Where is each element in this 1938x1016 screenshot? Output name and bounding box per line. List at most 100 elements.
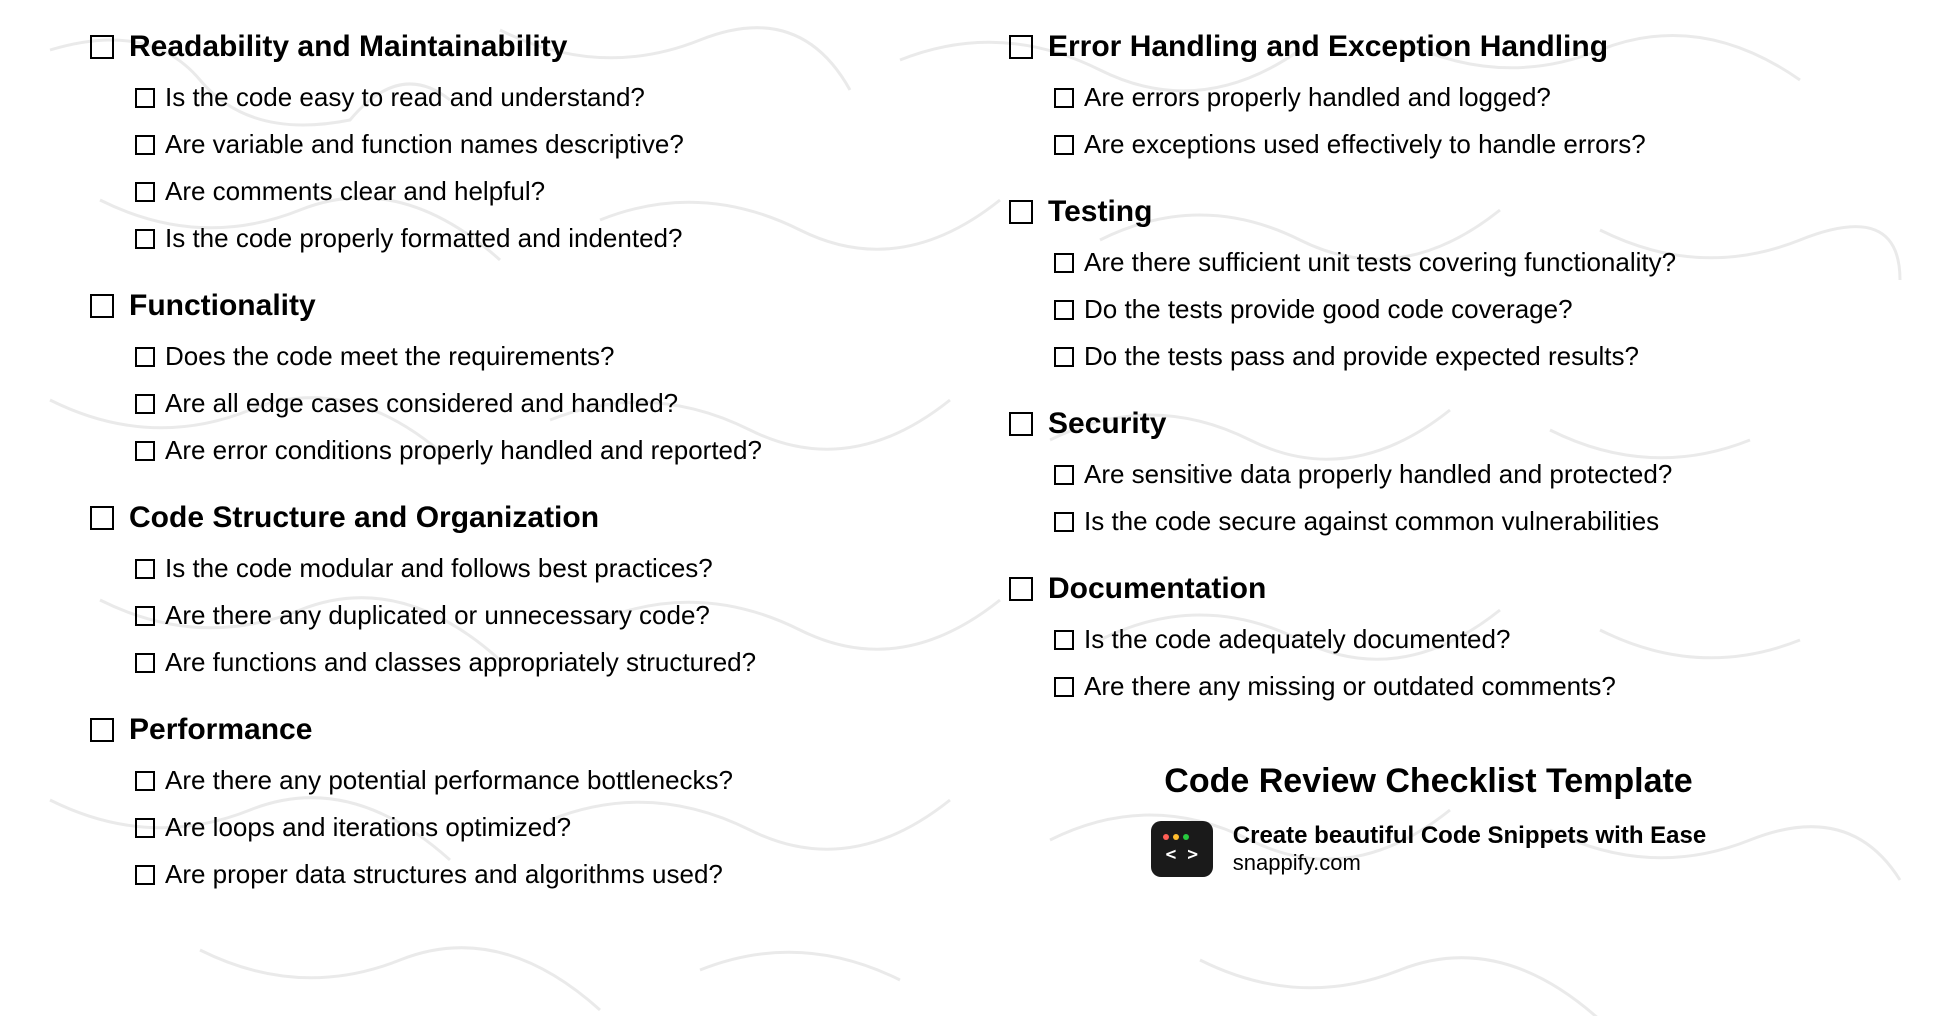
- checklist-section: Code Structure and Organization Is the co…: [90, 501, 929, 678]
- item-text: Are there any duplicated or unnecessary …: [165, 600, 710, 631]
- item-checkbox[interactable]: [1054, 630, 1074, 650]
- section-header: Functionality: [90, 289, 929, 323]
- item-checkbox[interactable]: [135, 818, 155, 838]
- section-header: Error Handling and Exception Handling: [1009, 30, 1848, 64]
- checklist-item: Are proper data structures and algorithm…: [135, 859, 929, 890]
- item-checkbox[interactable]: [1054, 512, 1074, 532]
- item-text: Are there any missing or outdated commen…: [1084, 671, 1616, 702]
- section-title: Error Handling and Exception Handling: [1048, 30, 1608, 64]
- item-checkbox[interactable]: [135, 606, 155, 626]
- item-text: Are there any potential performance bott…: [165, 765, 733, 796]
- left-column: Readability and Maintainability Is the co…: [90, 30, 929, 925]
- checklist-item: Do the tests provide good code coverage?: [1054, 294, 1848, 325]
- logo-dot: [1183, 834, 1189, 840]
- item-checkbox[interactable]: [135, 559, 155, 579]
- section-header: Performance: [90, 713, 929, 747]
- section-title: Documentation: [1048, 572, 1266, 606]
- item-checkbox[interactable]: [1054, 253, 1074, 273]
- section-checkbox[interactable]: [90, 718, 114, 742]
- footer-title: Code Review Checklist Template: [1009, 762, 1848, 801]
- checklist-item: Are functions and classes appropriately …: [135, 647, 929, 678]
- item-checkbox[interactable]: [135, 394, 155, 414]
- item-checkbox[interactable]: [135, 865, 155, 885]
- checklist-item: Are comments clear and helpful?: [135, 176, 929, 207]
- checklist-item: Are loops and iterations optimized?: [135, 812, 929, 843]
- item-checkbox[interactable]: [1054, 88, 1074, 108]
- checklist-section: Readability and Maintainability Is the co…: [90, 30, 929, 254]
- item-checkbox[interactable]: [1054, 347, 1074, 367]
- section-checkbox[interactable]: [1009, 200, 1033, 224]
- item-text: Are sensitive data properly handled and …: [1084, 459, 1672, 490]
- checklist-item: Is the code easy to read and understand?: [135, 82, 929, 113]
- item-checkbox[interactable]: [135, 347, 155, 367]
- item-checkbox[interactable]: [135, 441, 155, 461]
- item-text: Are loops and iterations optimized?: [165, 812, 571, 843]
- section-title: Readability and Maintainability: [129, 30, 567, 64]
- item-text: Is the code adequately documented?: [1084, 624, 1510, 655]
- section-checkbox[interactable]: [90, 506, 114, 530]
- item-checkbox[interactable]: [135, 182, 155, 202]
- item-checkbox[interactable]: [135, 135, 155, 155]
- item-text: Are functions and classes appropriately …: [165, 647, 756, 678]
- logo-dot: [1173, 834, 1179, 840]
- item-text: Are proper data structures and algorithm…: [165, 859, 723, 890]
- checklist-item: Is the code adequately documented?: [1054, 624, 1848, 655]
- item-checkbox[interactable]: [1054, 300, 1074, 320]
- section-header: Code Structure and Organization: [90, 501, 929, 535]
- item-checkbox[interactable]: [135, 88, 155, 108]
- section-checkbox[interactable]: [90, 294, 114, 318]
- section-checkbox[interactable]: [1009, 35, 1033, 59]
- checklist-item: Is the code secure against common vulner…: [1054, 506, 1848, 537]
- item-checkbox[interactable]: [1054, 677, 1074, 697]
- section-header: Testing: [1009, 195, 1848, 229]
- item-text: Do the tests provide good code coverage?: [1084, 294, 1573, 325]
- checklist-section: Functionality Does the code meet the requ…: [90, 289, 929, 466]
- checklist-item: Are sensitive data properly handled and …: [1054, 459, 1848, 490]
- item-text: Is the code easy to read and understand?: [165, 82, 645, 113]
- section-checkbox[interactable]: [1009, 577, 1033, 601]
- section-checkbox[interactable]: [1009, 412, 1033, 436]
- section-title: Security: [1048, 407, 1166, 441]
- item-text: Are all edge cases considered and handle…: [165, 388, 678, 419]
- checklist-item: Is the code modular and follows best pra…: [135, 553, 929, 584]
- item-checkbox[interactable]: [1054, 135, 1074, 155]
- item-text: Is the code properly formatted and inden…: [165, 223, 682, 254]
- item-checkbox[interactable]: [135, 229, 155, 249]
- section-header: Documentation: [1009, 572, 1848, 606]
- item-text: Is the code modular and follows best pra…: [165, 553, 713, 584]
- checklist-section: Performance Are there any potential perfo…: [90, 713, 929, 890]
- section-title: Testing: [1048, 195, 1152, 229]
- item-text: Does the code meet the requirements?: [165, 341, 614, 372]
- footer-row: < > Create beautiful Code Snippets with E…: [1009, 821, 1848, 877]
- item-text: Are error conditions properly handled an…: [165, 435, 762, 466]
- section-header: Security: [1009, 407, 1848, 441]
- checklist-item: Is the code properly formatted and inden…: [135, 223, 929, 254]
- checklist-section: Error Handling and Exception Handling Are…: [1009, 30, 1848, 160]
- logo-code-text: < >: [1166, 844, 1199, 865]
- checklist-item: Are there any missing or outdated commen…: [1054, 671, 1848, 702]
- item-text: Are there sufficient unit tests covering…: [1084, 247, 1676, 278]
- logo-dot: [1163, 834, 1169, 840]
- snappify-logo-icon: < >: [1151, 821, 1213, 877]
- checklist-section: Testing Are there sufficient unit tests c…: [1009, 195, 1848, 372]
- item-checkbox[interactable]: [135, 771, 155, 791]
- right-column: Error Handling and Exception Handling Are…: [1009, 30, 1848, 925]
- item-checkbox[interactable]: [1054, 465, 1074, 485]
- checklist-item: Are there any potential performance bott…: [135, 765, 929, 796]
- footer-tagline: Create beautiful Code Snippets with Ease: [1233, 822, 1706, 850]
- checklist-section: Documentation Is the code adequately docu…: [1009, 572, 1848, 702]
- item-checkbox[interactable]: [135, 653, 155, 673]
- item-text: Are exceptions used effectively to handl…: [1084, 129, 1646, 160]
- checklist-item: Are there sufficient unit tests covering…: [1054, 247, 1848, 278]
- checklist-item: Are error conditions properly handled an…: [135, 435, 929, 466]
- checklist-item: Are errors properly handled and logged?: [1054, 82, 1848, 113]
- item-text: Is the code secure against common vulner…: [1084, 506, 1659, 537]
- checklist-item: Does the code meet the requirements?: [135, 341, 929, 372]
- footer-text-column: Create beautiful Code Snippets with Ease…: [1233, 822, 1706, 876]
- item-text: Do the tests pass and provide expected r…: [1084, 341, 1639, 372]
- section-header: Readability and Maintainability: [90, 30, 929, 64]
- checklist-content: Readability and Maintainability Is the co…: [0, 0, 1938, 955]
- section-checkbox[interactable]: [90, 35, 114, 59]
- checklist-item: Are there any duplicated or unnecessary …: [135, 600, 929, 631]
- checklist-item: Are variable and function names descript…: [135, 129, 929, 160]
